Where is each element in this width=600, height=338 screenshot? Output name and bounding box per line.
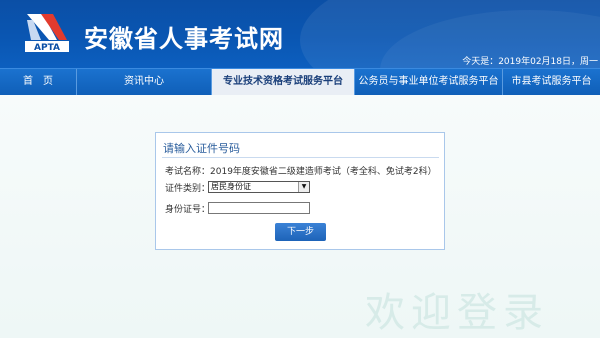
- main-nav: 首 页 资讯中心 专业技术资格考试服务平台 公务员与事业单位考试服务平台 市县考…: [0, 68, 600, 95]
- id-type-label: 证件类别：: [165, 184, 211, 194]
- nav-news-center[interactable]: 资讯中心: [77, 69, 212, 95]
- site-header: APTA 安徽省人事考试网 今天是：2019年02月18日，周一: [0, 0, 600, 68]
- nav-home[interactable]: 首 页: [0, 69, 77, 95]
- svg-text:APTA: APTA: [34, 43, 60, 53]
- chevron-down-icon: ▼: [298, 182, 309, 192]
- exam-name-label: 考试名称：: [165, 167, 211, 177]
- current-date: 今天是：2019年02月18日，周一: [462, 57, 598, 67]
- nav-professional-exam-platform[interactable]: 专业技术资格考试服务平台: [212, 69, 355, 95]
- panel-title: 请输入证件号码: [163, 142, 240, 155]
- nav-civil-servant-exam-platform[interactable]: 公务员与事业单位考试服务平台: [355, 69, 503, 95]
- panel-divider: [162, 157, 439, 158]
- nav-county-exam-platform[interactable]: 市县考试服务平台: [503, 69, 600, 95]
- welcome-watermark: 欢迎登录: [365, 290, 549, 336]
- id-type-select[interactable]: 居民身份证 ▼: [208, 181, 310, 193]
- apta-logo[interactable]: APTA: [23, 10, 71, 56]
- site-title: 安徽省人事考试网: [84, 25, 284, 53]
- next-step-button[interactable]: 下一步: [275, 223, 326, 241]
- id-type-selected: 居民身份证: [211, 182, 251, 191]
- exam-name-row: 考试名称：2019年度安徽省二级建造师考试（考全科、免试考2科）: [165, 164, 437, 177]
- id-number-row: 身份证号：: [165, 202, 210, 215]
- id-type-row: 证件类别：: [165, 181, 210, 194]
- id-number-label: 身份证号：: [165, 205, 211, 215]
- exam-name-value: 2019年度安徽省二级建造师考试（考全科、免试考2科）: [210, 167, 437, 177]
- id-number-input[interactable]: [208, 202, 310, 214]
- id-entry-panel: 请输入证件号码 考试名称：2019年度安徽省二级建造师考试（考全科、免试考2科）…: [155, 132, 445, 250]
